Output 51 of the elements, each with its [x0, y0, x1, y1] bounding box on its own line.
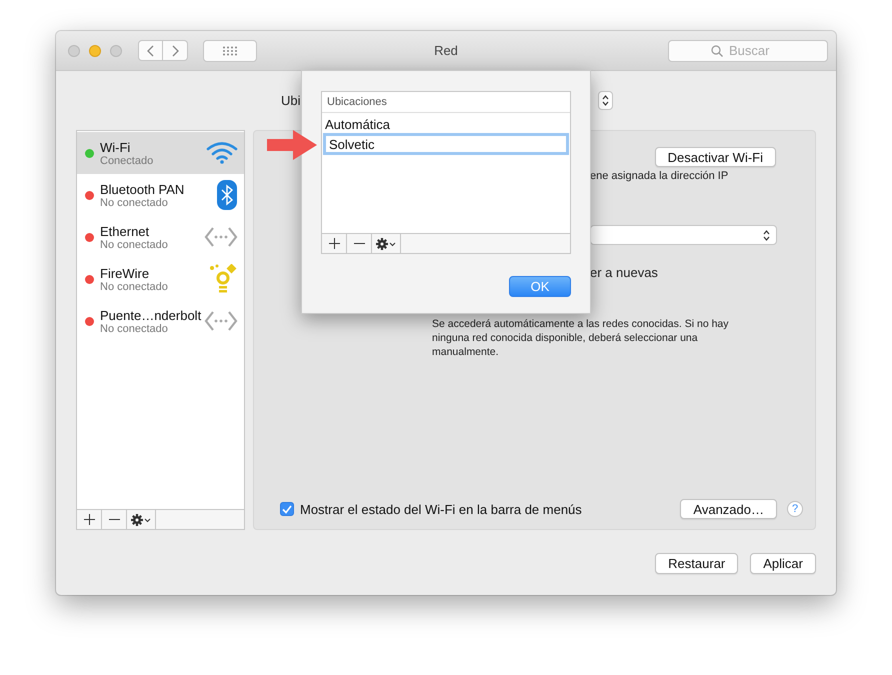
service-status: No conectado [100, 238, 169, 250]
service-name: FireWire [100, 266, 150, 280]
service-item[interactable]: Wi-Fi Conectado [77, 132, 244, 174]
service-item[interactable]: FireWire No conectado [77, 258, 244, 300]
option-text: er a nuevas [589, 265, 659, 280]
gear-icon [131, 514, 151, 526]
service-item[interactable]: Puente…nderbolt No conectado [77, 300, 244, 342]
service-item[interactable]: Bluetooth PAN No conectado [77, 174, 244, 216]
search-icon [711, 44, 723, 56]
firewire-icon [208, 264, 238, 294]
location-item[interactable]: Automática [322, 115, 570, 133]
forward-button[interactable] [163, 40, 188, 61]
stepper-icon [602, 95, 609, 106]
chevron-right-icon [172, 44, 178, 56]
footer-button[interactable]: Aplicar [750, 553, 816, 574]
bluetooth-icon [216, 180, 238, 210]
arrows-icon [204, 226, 238, 248]
arrows-icon [204, 310, 238, 332]
window-title: Red [433, 43, 459, 58]
plus-icon [84, 514, 94, 525]
checkbox-label: Mostrar el estado del Wi-Fi en la barra de menús [300, 502, 582, 516]
search-field[interactable]: Buscar [668, 40, 828, 62]
chevron-left-icon [147, 44, 154, 56]
check-icon [282, 504, 292, 514]
service-name: Puente…nderbolt [100, 308, 202, 322]
toggle-wifi-button[interactable]: Desactivar Wi-Fi [654, 147, 776, 167]
gear-icon [376, 238, 396, 250]
plus-icon [328, 238, 340, 249]
status-text: ene asignada la dirección IP [589, 170, 730, 182]
pointer-arrow [267, 130, 317, 160]
footer-button[interactable]: Restaurar [655, 553, 738, 574]
location-label: Ubi [281, 93, 301, 108]
service-name: Wi-Fi [100, 140, 132, 154]
wifi-icon [206, 141, 238, 165]
help-note: Se accederá automáticamente a las redes conocidas. Si no hay ninguna red conocida disponible, deberá seleccionar una manualmente. [432, 317, 730, 359]
checkbox[interactable] [280, 502, 294, 516]
service-status: No conectado [100, 280, 169, 292]
stepper-icon [763, 230, 770, 240]
service-name: Bluetooth PAN [100, 182, 186, 196]
advanced-button[interactable]: Avanzado… [680, 499, 777, 519]
back-button[interactable] [138, 40, 163, 61]
service-status: Conectado [100, 154, 154, 166]
location-item[interactable]: Solvetic [323, 133, 569, 155]
service-item[interactable]: Ethernet No conectado [77, 216, 244, 258]
service-name: Ethernet [100, 224, 150, 238]
service-status: No conectado [100, 196, 169, 208]
service-status: No conectado [100, 322, 169, 334]
column-header: Ubicaciones [322, 92, 570, 113]
show-all-button[interactable] [203, 40, 257, 62]
grid-icon [222, 46, 238, 56]
location-popup[interactable] [598, 91, 613, 110]
